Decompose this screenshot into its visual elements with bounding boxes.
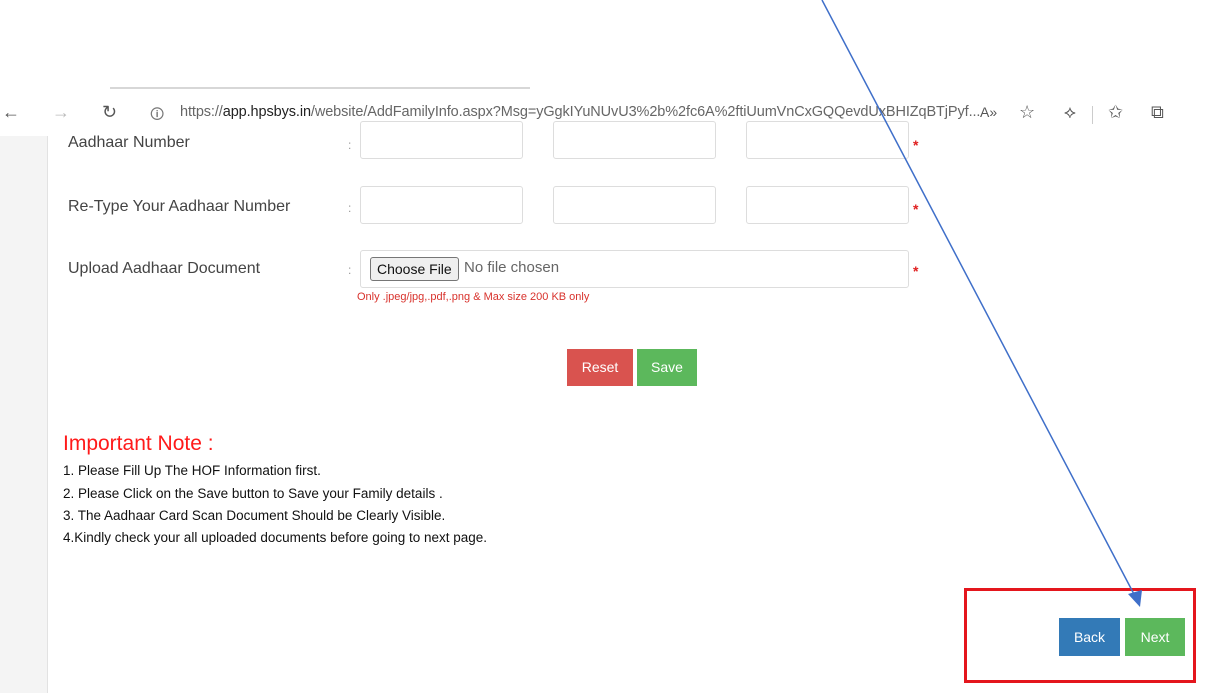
annotation-arrow: [821, 0, 1142, 607]
annotation-arrow-line: [821, 0, 1137, 599]
annotation-arrow-head: [1128, 590, 1142, 607]
